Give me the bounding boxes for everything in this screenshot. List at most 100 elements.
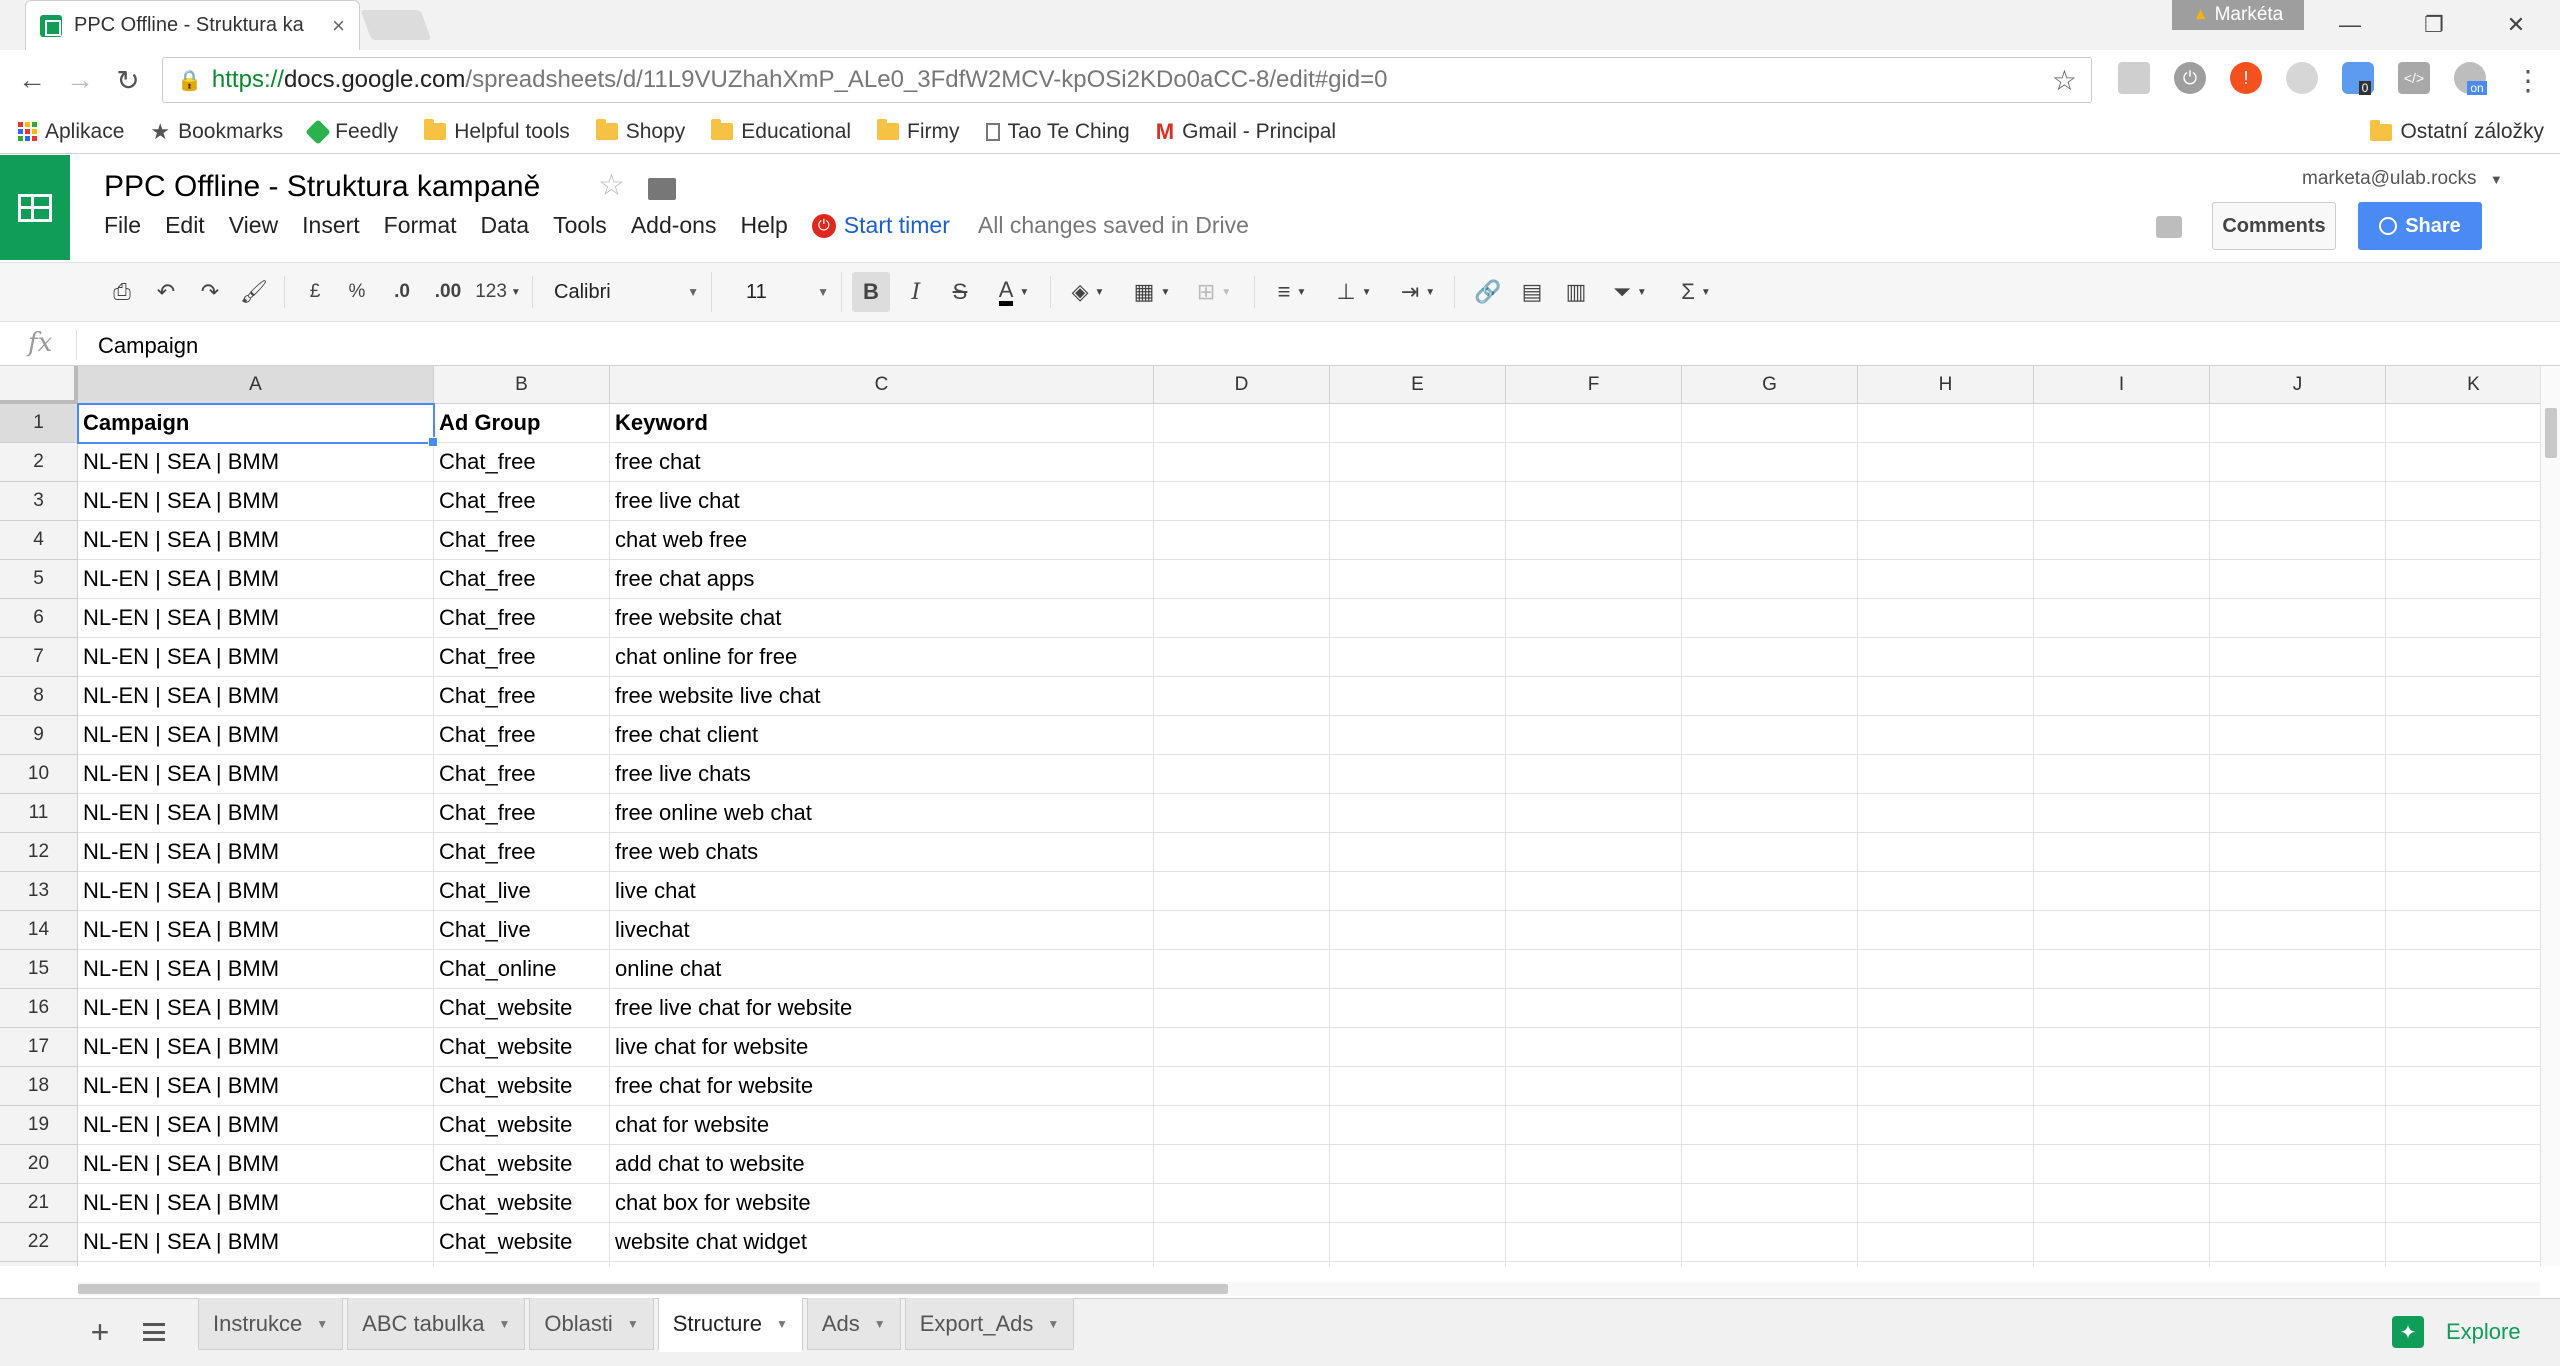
- column-header-k[interactable]: K: [2386, 366, 2540, 404]
- table-cell[interactable]: [2210, 716, 2386, 755]
- table-cell[interactable]: [2386, 443, 2540, 482]
- table-cell[interactable]: [2034, 560, 2210, 599]
- table-cell[interactable]: [2386, 599, 2540, 638]
- table-cell[interactable]: [1330, 1028, 1506, 1067]
- vertical-scroll-thumb[interactable]: [2545, 408, 2557, 458]
- bookmark-feedly[interactable]: Feedly: [305, 118, 398, 145]
- table-cell[interactable]: [2210, 1262, 2386, 1266]
- table-cell[interactable]: [1682, 989, 1858, 1028]
- table-cell[interactable]: [1858, 1184, 2034, 1223]
- table-cell[interactable]: [1682, 911, 1858, 950]
- table-cell[interactable]: NL-EN | SEA | BMM: [78, 1028, 434, 1067]
- tab-instrukce[interactable]: Instrukce ▼: [198, 1298, 344, 1350]
- table-cell[interactable]: [1154, 677, 1330, 716]
- table-cell[interactable]: [2034, 482, 2210, 521]
- row-header[interactable]: 7: [0, 638, 78, 677]
- currency-format-button[interactable]: £: [298, 272, 332, 312]
- extension-alert-icon[interactable]: !: [2230, 62, 2262, 94]
- table-cell[interactable]: free website live chat: [610, 677, 1154, 716]
- table-cell[interactable]: Chat_website: [434, 1106, 610, 1145]
- table-cell[interactable]: [1506, 911, 1682, 950]
- table-cell[interactable]: [1506, 560, 1682, 599]
- table-cell[interactable]: [2210, 989, 2386, 1028]
- header-cell[interactable]: [1682, 404, 1858, 443]
- table-cell[interactable]: [2386, 872, 2540, 911]
- table-cell[interactable]: free live chat for website: [610, 989, 1154, 1028]
- header-cell[interactable]: Ad Group: [434, 404, 610, 443]
- table-cell[interactable]: [1154, 1184, 1330, 1223]
- table-cell[interactable]: Chat_free: [434, 716, 610, 755]
- table-cell[interactable]: [1330, 911, 1506, 950]
- column-header-d[interactable]: D: [1154, 366, 1330, 404]
- table-cell[interactable]: [2210, 872, 2386, 911]
- table-cell[interactable]: [1330, 677, 1506, 716]
- table-cell[interactable]: [1330, 1223, 1506, 1262]
- row-header[interactable]: 1: [0, 404, 78, 443]
- table-cell[interactable]: [1858, 638, 2034, 677]
- bookmark-educational[interactable]: Educational: [711, 119, 851, 144]
- table-cell[interactable]: [1154, 755, 1330, 794]
- table-cell[interactable]: live chat: [610, 872, 1154, 911]
- table-cell[interactable]: [1506, 1184, 1682, 1223]
- caret-down-icon[interactable]: ▼: [498, 1317, 510, 1331]
- table-cell[interactable]: free chat for website: [610, 1067, 1154, 1106]
- table-cell[interactable]: [1858, 521, 2034, 560]
- table-cell[interactable]: [2386, 482, 2540, 521]
- row-header[interactable]: 21: [0, 1184, 78, 1223]
- row-header[interactable]: 18: [0, 1067, 78, 1106]
- table-cell[interactable]: [2386, 755, 2540, 794]
- column-header-h[interactable]: H: [1858, 366, 2034, 404]
- table-cell[interactable]: NL-EN | SEA | BMM: [78, 989, 434, 1028]
- table-cell[interactable]: [1506, 1106, 1682, 1145]
- table-cell[interactable]: [1682, 1262, 1858, 1266]
- table-cell[interactable]: free chat client: [610, 716, 1154, 755]
- table-cell[interactable]: [1506, 833, 1682, 872]
- table-cell[interactable]: [1330, 482, 1506, 521]
- row-header[interactable]: 13: [0, 872, 78, 911]
- table-cell[interactable]: free live chat: [610, 482, 1154, 521]
- header-cell[interactable]: [1858, 404, 2034, 443]
- table-cell[interactable]: Chat_live: [434, 911, 610, 950]
- table-cell[interactable]: NL-EN | SEA | BMM: [78, 599, 434, 638]
- header-cell[interactable]: [1154, 404, 1330, 443]
- all-sheets-icon[interactable]: [134, 1312, 174, 1352]
- explore-button[interactable]: ✦ Explore: [2392, 1310, 2521, 1354]
- row-header[interactable]: 16: [0, 989, 78, 1028]
- table-cell[interactable]: [2210, 950, 2386, 989]
- filter-button[interactable]: ⏷ ▼: [1602, 272, 1658, 312]
- extension-power-icon[interactable]: ⏻: [2174, 62, 2206, 94]
- column-header-i[interactable]: I: [2034, 366, 2210, 404]
- extension-face-icon[interactable]: [2286, 62, 2318, 94]
- table-cell[interactable]: [1154, 560, 1330, 599]
- table-cell[interactable]: NL-EN | SEA | BMM: [78, 1145, 434, 1184]
- restore-icon[interactable]: ❐: [2394, 0, 2474, 50]
- table-cell[interactable]: NL-EN | SEA | BMM: [78, 1106, 434, 1145]
- profile-button[interactable]: ▲ Markéta: [2172, 0, 2304, 30]
- table-cell[interactable]: [2210, 794, 2386, 833]
- percent-format-button[interactable]: %: [340, 272, 374, 312]
- paint-format-icon[interactable]: 🖌: [236, 272, 272, 312]
- row-header[interactable]: 23: [0, 1262, 78, 1266]
- table-cell[interactable]: [1506, 872, 1682, 911]
- table-cell[interactable]: [2386, 1145, 2540, 1184]
- table-cell[interactable]: Chat_free: [434, 443, 610, 482]
- spreadsheet-grid[interactable]: ABCDEFGHIJK 1 Campaign Ad Group Keyword 2 NL-…: [0, 366, 2540, 1266]
- table-cell[interactable]: NL-EN | SEA | BMM: [78, 560, 434, 599]
- reload-icon[interactable]: ↻: [106, 58, 150, 102]
- table-cell[interactable]: [2034, 989, 2210, 1028]
- table-cell[interactable]: Chat_website: [434, 1184, 610, 1223]
- row-header[interactable]: 5: [0, 560, 78, 599]
- comments-button[interactable]: Comments: [2212, 202, 2336, 250]
- table-cell[interactable]: [1154, 911, 1330, 950]
- table-cell[interactable]: [2386, 989, 2540, 1028]
- decrease-decimal-button[interactable]: .0: [382, 272, 422, 312]
- table-cell[interactable]: livechat: [610, 911, 1154, 950]
- table-cell[interactable]: [1682, 1067, 1858, 1106]
- table-cell[interactable]: [1330, 989, 1506, 1028]
- table-cell[interactable]: [1154, 794, 1330, 833]
- table-cell[interactable]: Chat_free: [434, 794, 610, 833]
- header-cell[interactable]: [1506, 404, 1682, 443]
- table-cell[interactable]: [2210, 521, 2386, 560]
- header-cell[interactable]: [2210, 404, 2386, 443]
- table-cell[interactable]: [1682, 1145, 1858, 1184]
